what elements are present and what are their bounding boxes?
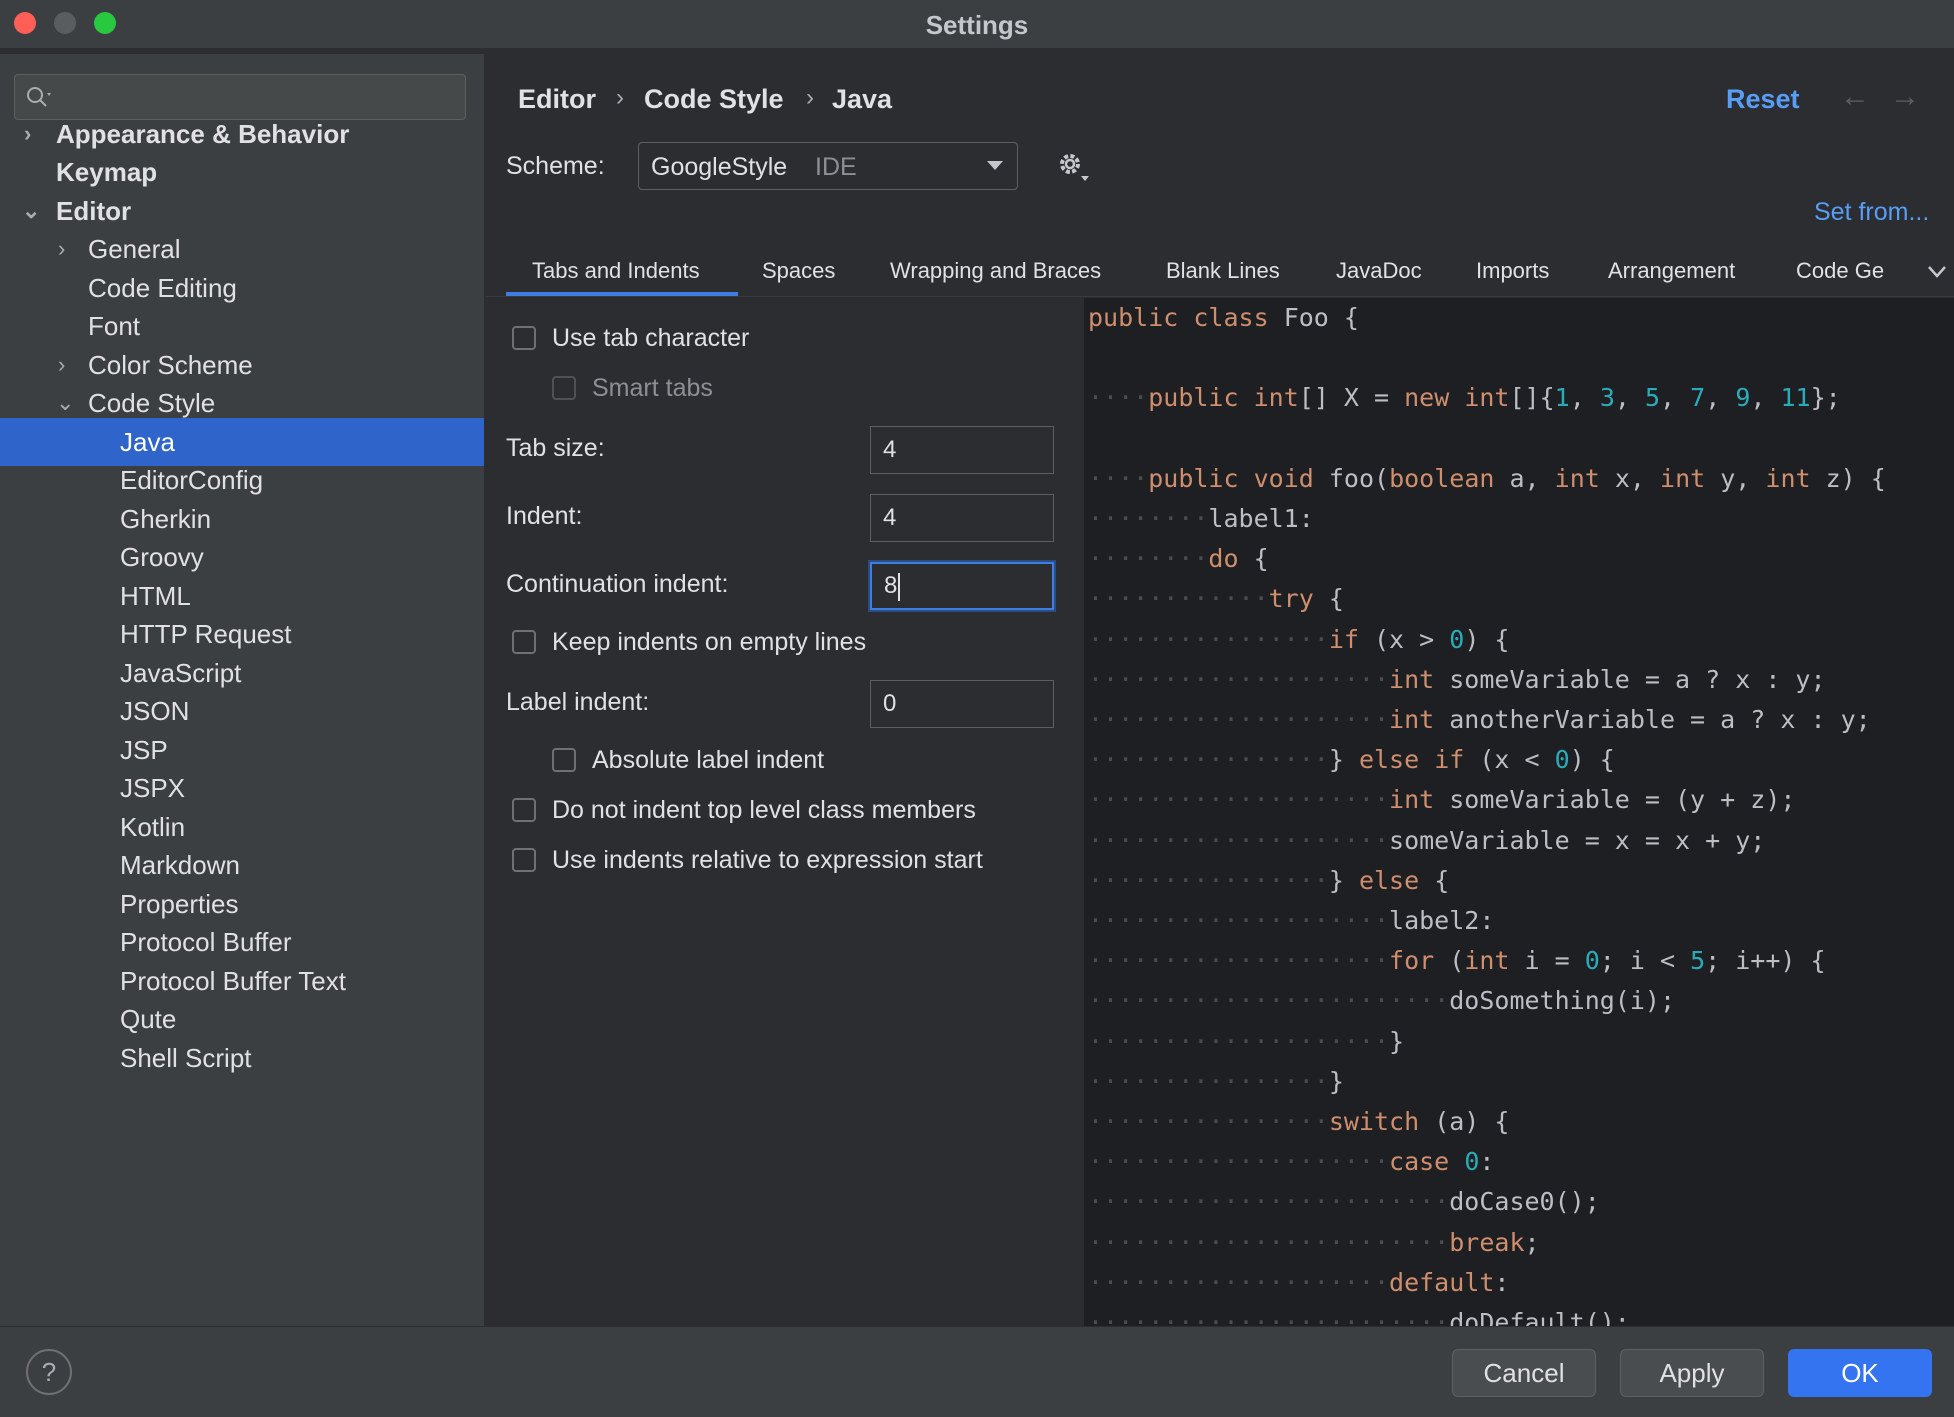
dialog-footer: ? Cancel Apply OK (0, 1326, 1954, 1417)
code-preview[interactable]: public class Foo { ····public int[] X = n… (1084, 298, 1954, 1326)
tab-spaces[interactable]: Spaces (762, 258, 835, 284)
cancel-button[interactable]: Cancel (1452, 1349, 1596, 1397)
code-line: ················if (x > 0) { (1088, 624, 1510, 654)
apply-button[interactable]: Apply (1620, 1349, 1764, 1397)
code-line: ····················for (int i = 0; i < … (1088, 946, 1826, 976)
reset-link[interactable]: Reset (1726, 84, 1800, 115)
smart-tabs-label: Smart tabs (592, 374, 713, 402)
no-indent-top-level-checkbox[interactable] (512, 798, 536, 822)
use-tab-character-label: Use tab character (552, 324, 750, 352)
scheme-tag: IDE (815, 153, 857, 181)
breadcrumb-editor[interactable]: Editor (518, 84, 596, 115)
forward-arrow-icon[interactable]: → (1890, 80, 1920, 114)
code-line: ························break; (1088, 1227, 1540, 1257)
title-bar: Settings (0, 0, 1954, 48)
code-line: ····public void foo(boolean a, int x, in… (1088, 463, 1886, 493)
use-tab-character-checkbox[interactable] (512, 326, 536, 350)
indent-label: Indent: (506, 502, 583, 530)
continuation-indent-label: Continuation indent: (506, 570, 729, 598)
code-line: ····················int anotherVariable … (1088, 705, 1871, 734)
text-caret (898, 572, 901, 601)
scheme-select[interactable]: GoogleStyle IDE (638, 142, 1018, 190)
smart-tabs-checkbox[interactable] (552, 376, 576, 400)
breadcrumb-code-style[interactable]: Code Style (644, 84, 784, 115)
chevron-down-icon[interactable] (1928, 266, 1946, 278)
tab-code-generation[interactable]: Code Ge (1796, 258, 1886, 284)
search-icon (27, 87, 51, 107)
tab-blank-lines[interactable]: Blank Lines (1166, 258, 1280, 284)
code-line: ················} else { (1088, 865, 1450, 895)
code-line: ················} else if (x < 0) { (1088, 745, 1615, 775)
code-line: ············try { (1088, 584, 1344, 614)
keep-indents-empty-checkbox[interactable] (512, 630, 536, 654)
label-indent-field[interactable]: 0 (870, 680, 1054, 728)
code-line: ················switch (a) { (1088, 1107, 1510, 1136)
no-indent-top-level-label: Do not indent top level class members (552, 796, 976, 824)
tab-tabs-and-indents[interactable]: Tabs and Indents (532, 258, 700, 284)
help-button[interactable]: ? (26, 1349, 72, 1395)
code-line: ····················int someVariable = a… (1088, 664, 1826, 694)
breadcrumb-java: Java (832, 84, 893, 114)
code-line: ····················default: (1088, 1267, 1510, 1297)
relative-to-expression-checkbox[interactable] (512, 848, 536, 872)
sidebar-item-shell-script[interactable]: Shell Script (0, 1034, 484, 1082)
continuation-indent-field[interactable]: 8 (868, 560, 1056, 612)
code-line: ········label1: (1088, 504, 1314, 533)
tab-divider (486, 296, 1954, 297)
keep-indents-empty-label: Keep indents on empty lines (552, 628, 867, 656)
code-line: public class Foo { (1088, 303, 1359, 332)
label-indent-label: Label indent: (506, 688, 650, 716)
code-line: ····················someVariable = x = x… (1088, 825, 1766, 855)
chevron-down-icon (987, 161, 1003, 170)
absolute-label-indent-checkbox[interactable] (552, 748, 576, 772)
scheme-value: GoogleStyle (651, 153, 788, 181)
back-arrow-icon[interactable]: ← (1840, 80, 1870, 114)
window-title: Settings (925, 10, 1029, 40)
tab-arrangement[interactable]: Arrangement (1608, 258, 1735, 284)
code-line: ························doDefault(); (1088, 1308, 1630, 1326)
code-line: ········do { (1088, 544, 1269, 574)
tab-javadoc[interactable]: JavaDoc (1336, 258, 1422, 284)
tab-imports[interactable]: Imports (1476, 258, 1549, 284)
scheme-label: Scheme: (506, 152, 605, 180)
code-line: ····················case 0: (1088, 1147, 1495, 1177)
code-line: ····················label2: (1088, 906, 1495, 935)
code-line: ························doSomething(i); (1088, 986, 1676, 1016)
tab-wrapping-and-braces[interactable]: Wrapping and Braces (890, 258, 1101, 284)
tab-size-label: Tab size: (506, 434, 605, 462)
code-line: ····public int[] X = new int[]{1, 3, 5, … (1088, 383, 1841, 413)
absolute-label-indent-label: Absolute label indent (592, 746, 825, 774)
ok-button[interactable]: OK (1788, 1349, 1932, 1397)
code-line: ····················} (1088, 1026, 1405, 1056)
gear-icon[interactable] (1056, 150, 1090, 184)
set-from-link[interactable]: Set from... (1814, 198, 1929, 227)
code-line: ····················int someVariable = (… (1088, 785, 1796, 815)
breadcrumb-separator-icon: › (616, 84, 624, 111)
code-line: ················} (1088, 1066, 1344, 1096)
indent-field[interactable]: 4 (870, 494, 1054, 542)
settings-sidebar: › Appearance & Behavior Keymap ⌄ Editor … (0, 54, 485, 1326)
code-line: ························doCase0(); (1088, 1187, 1600, 1217)
relative-to-expression-label: Use indents relative to expression start (552, 846, 983, 874)
tab-size-field[interactable]: 4 (870, 426, 1054, 474)
breadcrumb-separator-icon: › (806, 84, 814, 111)
